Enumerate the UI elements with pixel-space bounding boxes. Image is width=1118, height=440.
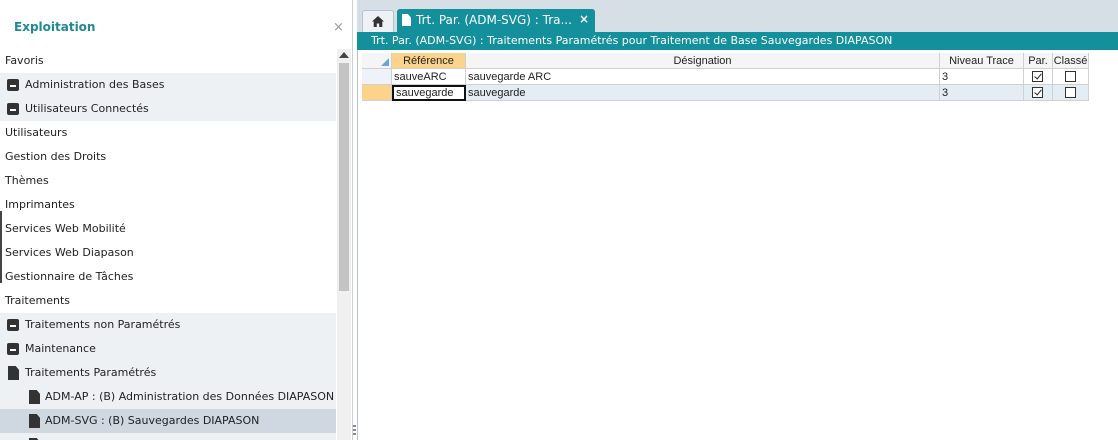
sidebar-item-label: Maintenance: [25, 342, 96, 355]
cell-niveau-trace[interactable]: 3: [940, 69, 1024, 85]
collapse-icon: [7, 343, 19, 355]
tab-trt-par-adm-svg[interactable]: Trt. Par. (ADM-SVG) : Tra... ×: [397, 9, 595, 32]
sidebar-item-partial: [0, 433, 336, 440]
sidebar-item-label: Gestion des Droits: [5, 150, 107, 163]
sidebar-item-label: Services Web Mobilité: [5, 222, 126, 235]
row-selector[interactable]: [362, 85, 392, 101]
window-title-bar: Trt. Par. (ADM-SVG) : Traitements Paramé…: [357, 32, 1118, 50]
classe-checkbox[interactable]: [1065, 87, 1076, 98]
column-header-niveau-trace[interactable]: Niveau Trace: [940, 53, 1024, 69]
tab-bar: Trt. Par. (ADM-SVG) : Tra... ×: [357, 0, 1118, 32]
sidebar-item-label: Services Web Diapason: [5, 246, 134, 259]
sidebar-title: Exploitation: [14, 20, 96, 34]
home-icon: [372, 16, 384, 27]
tab-home[interactable]: [362, 10, 394, 32]
sidebar-item-gestion-droits[interactable]: Gestion des Droits: [0, 145, 336, 169]
document-icon: [402, 14, 411, 26]
tab-label: Trt. Par. (ADM-SVG) : Tra...: [416, 13, 572, 27]
sidebar-item-label: Traitements: [5, 294, 71, 307]
document-icon: [29, 390, 40, 404]
select-all-icon: [381, 58, 389, 66]
data-grid: Référence Désignation Niveau Trace Par. …: [362, 53, 1094, 101]
sidebar-item-label: Traitements Paramétrés: [25, 366, 157, 379]
sidebar-item-maintenance[interactable]: Maintenance: [0, 337, 336, 361]
scroll-up-icon[interactable]: [339, 52, 349, 58]
sidebar-close-icon[interactable]: ×: [333, 20, 344, 35]
sidebar-item-favoris[interactable]: Favoris: [0, 49, 336, 73]
sidebar-item-utilisateurs-connectes[interactable]: Utilisateurs Connectés: [0, 97, 336, 121]
sidebar-header: Exploitation ×: [0, 0, 352, 48]
sidebar-item-label: Traitements non Paramétrés: [25, 318, 181, 331]
sidebar-item-label: ADM-AP : (B) Administration des Données …: [45, 390, 335, 403]
main-area: Trt. Par. (ADM-SVG) : Tra... × Trt. Par.…: [357, 0, 1118, 440]
sidebar: Exploitation × Favoris Administration de…: [0, 0, 353, 440]
document-icon: [29, 414, 40, 428]
app-root: Exploitation × Favoris Administration de…: [0, 0, 1118, 440]
cell-reference[interactable]: sauvegarde: [392, 85, 466, 101]
sidebar-item-label: Utilisateurs: [5, 126, 68, 139]
sidebar-item-label: Imprimantes: [5, 198, 75, 211]
window-title: Trt. Par. (ADM-SVG) : Traitements Paramé…: [371, 34, 893, 47]
sidebar-scrollbar[interactable]: [337, 49, 351, 440]
collapse-icon: [7, 319, 19, 331]
sidebar-item-traitements-non-parametres[interactable]: Traitements non Paramétrés: [0, 313, 336, 337]
column-header-classe[interactable]: Classé: [1053, 53, 1089, 69]
sidebar-item-traitements-parametres[interactable]: Traitements Paramétrés: [0, 361, 336, 385]
sidebar-item-label: ADM-SVG : (B) Sauvegardes DIAPASON: [45, 414, 260, 427]
tab-close-icon[interactable]: ×: [579, 12, 589, 26]
par-checkbox[interactable]: [1032, 87, 1043, 98]
classe-checkbox[interactable]: [1065, 71, 1076, 82]
cell-designation[interactable]: sauvegarde: [466, 85, 940, 101]
sidebar-item-label: Utilisateurs Connectés: [25, 102, 149, 115]
cell-par: [1024, 85, 1053, 101]
content-panel: Référence Désignation Niveau Trace Par. …: [357, 50, 1118, 440]
cell-designation[interactable]: sauvegarde ARC: [466, 69, 940, 85]
sidebar-item-themes[interactable]: Thèmes: [0, 169, 336, 193]
sidebar-nav-list: Favoris Administration des Bases Utilisa…: [0, 49, 336, 440]
sidebar-item-label: Administration des Bases: [25, 78, 165, 91]
sidebar-item-imprimantes[interactable]: Imprimantes: [0, 193, 336, 217]
column-header-par[interactable]: Par.: [1024, 53, 1053, 69]
scrollbar-thumb[interactable]: [339, 63, 349, 291]
sidebar-item-services-web-mobilite[interactable]: Services Web Mobilité: [0, 217, 336, 241]
sidebar-item-adm-svg[interactable]: ADM-SVG : (B) Sauvegardes DIAPASON: [0, 409, 336, 433]
sidebar-item-services-web-diapason[interactable]: Services Web Diapason: [0, 241, 336, 265]
grid-select-all-corner[interactable]: [362, 53, 392, 69]
row-selector[interactable]: [362, 69, 392, 85]
cell-classe: [1053, 85, 1089, 101]
document-icon: [8, 366, 19, 380]
cell-par: [1024, 69, 1053, 85]
sidebar-item-traitements[interactable]: Traitements: [0, 289, 336, 313]
left-edge-marker: [0, 211, 2, 283]
sidebar-item-gestionnaire-taches[interactable]: Gestionnaire de Tâches: [0, 265, 336, 289]
column-header-reference[interactable]: Référence: [392, 53, 466, 69]
collapse-icon: [7, 103, 19, 115]
cell-reference[interactable]: sauveARC: [392, 69, 466, 85]
column-header-designation[interactable]: Désignation: [466, 53, 940, 69]
splitter-grip-icon[interactable]: [353, 425, 356, 437]
cell-niveau-trace[interactable]: 3: [940, 85, 1024, 101]
sidebar-item-label: Favoris: [5, 54, 44, 67]
cell-classe: [1053, 69, 1089, 85]
sidebar-item-label: Thèmes: [5, 174, 49, 187]
sidebar-item-adm-ap[interactable]: ADM-AP : (B) Administration des Données …: [0, 385, 336, 409]
sidebar-item-utilisateurs[interactable]: Utilisateurs: [0, 121, 336, 145]
par-checkbox[interactable]: [1032, 71, 1043, 82]
sidebar-item-label: Gestionnaire de Tâches: [5, 270, 134, 283]
sidebar-item-administration-bases[interactable]: Administration des Bases: [0, 73, 336, 97]
collapse-icon: [7, 79, 19, 91]
